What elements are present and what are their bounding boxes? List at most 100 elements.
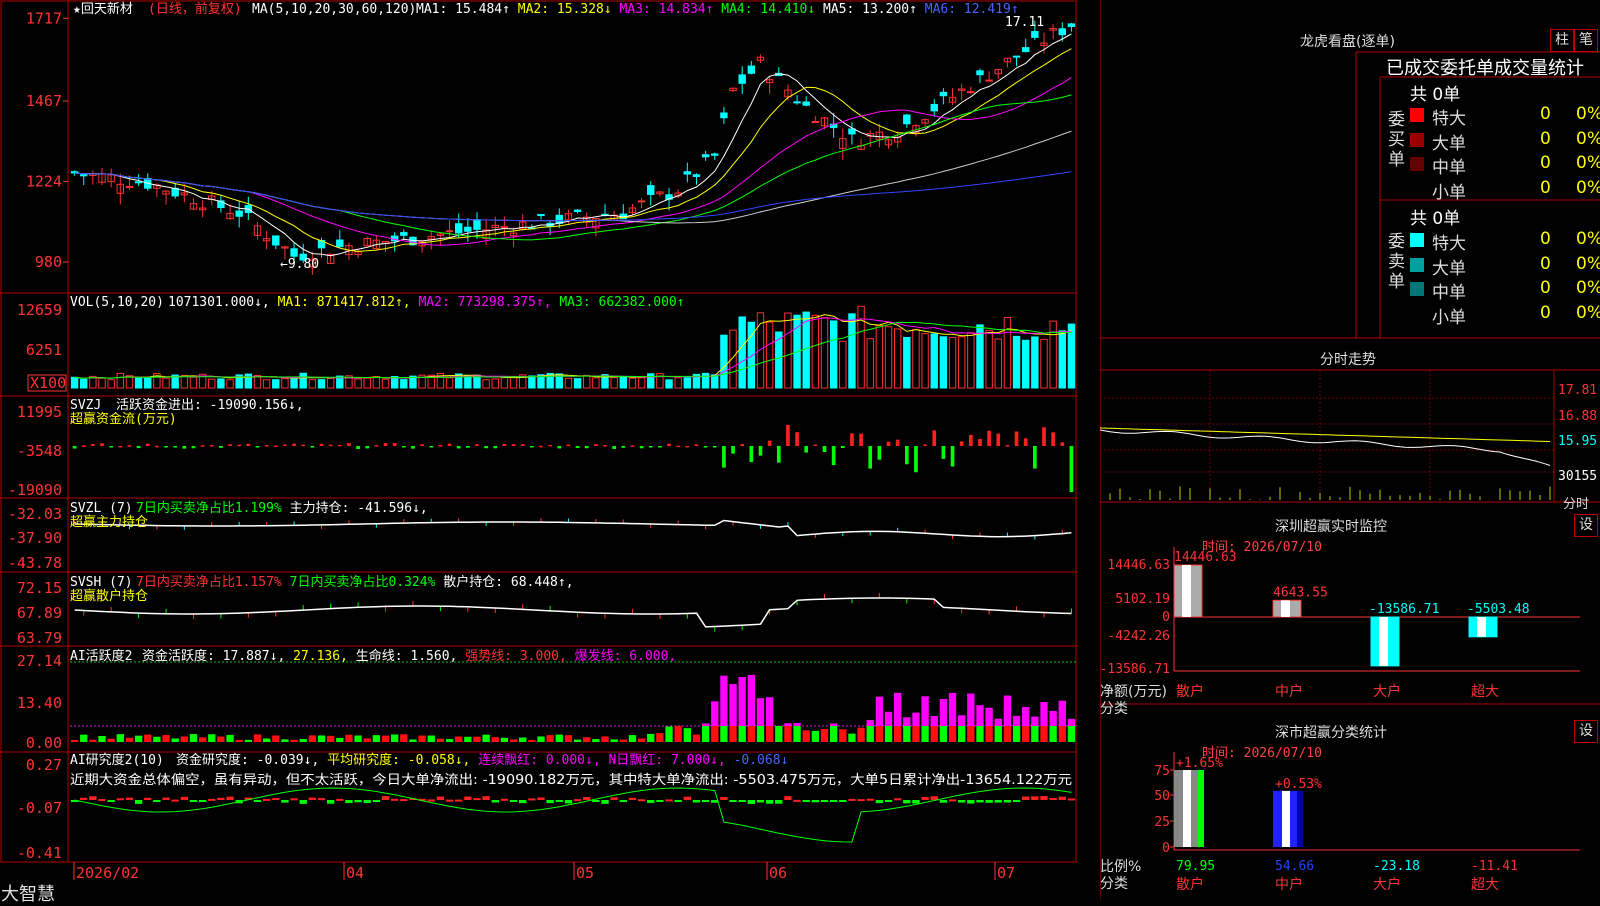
volume-bar — [738, 316, 746, 389]
bar-mode-button[interactable]: 柱 — [1550, 29, 1574, 52]
activity-bar — [674, 726, 682, 742]
research-bar — [537, 797, 545, 800]
flow-bar — [914, 446, 918, 473]
research-bar — [601, 800, 609, 804]
candle-body — [1021, 47, 1030, 53]
vol-values-part: MA3: 662382.000↑ — [552, 295, 685, 310]
svzj-subtitle: 超赢资金流(万元) — [70, 411, 177, 427]
candle-body — [930, 104, 938, 112]
price-tick: 980 — [35, 253, 62, 271]
intraday-unit: 分时 — [1563, 497, 1590, 512]
volume-bar — [400, 379, 408, 389]
activity-bar — [829, 726, 838, 742]
sell-side-label: 委卖单 — [1388, 232, 1405, 292]
flow-bar — [145, 443, 150, 446]
class-value-label: -23.18 — [1373, 859, 1420, 874]
volume-bar — [262, 379, 271, 389]
activity-bar — [162, 734, 170, 742]
activity-bar-burst — [994, 718, 1002, 726]
svzj-tick: 11995 — [17, 403, 62, 421]
flow-bar — [1005, 445, 1010, 447]
research-bar — [153, 800, 161, 802]
svsh-values-part: 7日内买卖净占比1.157% — [136, 574, 282, 590]
research-bar — [400, 799, 408, 802]
svzj-value: 活跃资金进出: -19090.156↓, — [116, 397, 304, 413]
flow-bar — [740, 443, 745, 446]
intraday-tick: 17.81 — [1558, 383, 1597, 398]
volume-bar — [226, 379, 234, 389]
flow-bar — [328, 444, 333, 447]
flow-bar — [447, 443, 452, 446]
activity-bar — [189, 734, 198, 742]
volume-bar — [217, 378, 225, 389]
flow-bar — [1033, 446, 1037, 469]
research-bar — [802, 800, 810, 802]
research-bar — [619, 800, 627, 802]
candle-body — [235, 210, 243, 217]
date-label: 07 — [997, 864, 1015, 882]
activity-bar-burst — [784, 723, 792, 726]
row-percent: 0% — [1576, 128, 1600, 149]
activity-bar — [637, 738, 646, 742]
research-bar — [427, 799, 435, 802]
volume-bar — [70, 376, 79, 389]
volume-bar — [144, 377, 152, 389]
monitor-settings-button[interactable]: 设 — [1574, 514, 1598, 537]
activity-bar-burst — [1049, 710, 1057, 726]
research-bar — [948, 799, 957, 802]
activity-bar — [647, 733, 655, 742]
activity-bar — [381, 735, 390, 742]
volume-bar — [592, 377, 600, 389]
research-bar — [747, 800, 755, 804]
flow-bar — [511, 444, 516, 446]
ai2-values-part: 平均研究度: -0.058↓, — [319, 752, 470, 768]
activity-bar-burst — [720, 675, 728, 726]
flow-bar — [264, 445, 269, 447]
research-bar — [775, 800, 783, 804]
date-label: 05 — [576, 864, 594, 882]
research-bar — [381, 796, 390, 800]
flow-bar — [1069, 446, 1074, 492]
volume-bar — [1021, 339, 1030, 389]
ai2-comment: 近期大资金总体偏空，虽有异动，但不太活跃，今日大单净流出: -19090.182… — [70, 772, 1072, 788]
class-tick: 0 — [1162, 841, 1170, 856]
svsh-tick: 72.15 — [17, 579, 62, 597]
intraday-volume-label: 30155 — [1558, 469, 1597, 484]
candle-body — [473, 219, 481, 230]
volume-bar — [1003, 317, 1012, 389]
volume-bar — [893, 328, 902, 389]
tick-mode-button[interactable]: 笔 — [1574, 29, 1598, 52]
flow-bar — [228, 444, 232, 446]
activity-bar — [656, 733, 664, 742]
flow-bar — [319, 443, 324, 446]
candle-body — [464, 226, 472, 232]
flow-bar — [246, 443, 251, 446]
flow-bar — [1051, 432, 1055, 446]
volume-bar — [665, 379, 673, 389]
research-bar — [134, 800, 143, 804]
monitor-value-label: 4643.55 — [1273, 585, 1328, 600]
flow-bar — [813, 444, 818, 447]
candle-body — [336, 239, 344, 248]
price-tick: 1717 — [26, 9, 62, 27]
flow-bar — [191, 446, 196, 449]
activity-bar — [711, 726, 719, 742]
activity-bar-burst — [866, 719, 874, 726]
activity-bar-burst — [765, 697, 774, 726]
activity-bar — [958, 726, 966, 742]
research-bar — [455, 799, 463, 802]
ai2-values: 资金研究度: -0.039↓, 平均研究度: -0.058↓, 连续飘红: 0.… — [176, 752, 788, 768]
research-bar — [720, 797, 728, 800]
flow-bar — [831, 446, 836, 466]
activity-bar — [528, 739, 536, 742]
volume-bar — [308, 379, 317, 389]
activity-bar — [985, 726, 993, 742]
monitor-value-label: -5503.48 — [1467, 602, 1530, 617]
candle-body — [1012, 55, 1021, 58]
class-settings-button[interactable]: 设 — [1574, 720, 1598, 743]
research-bar — [372, 800, 381, 802]
flow-bar — [465, 446, 470, 448]
main-chart-area[interactable]: 1717 1467 1224 980 ★回天新材 (日线，前复权) MA(5,10,20,3… — [0, 0, 1100, 900]
ai2-tick: -0.07 — [17, 799, 62, 817]
activity-bar — [363, 738, 371, 742]
